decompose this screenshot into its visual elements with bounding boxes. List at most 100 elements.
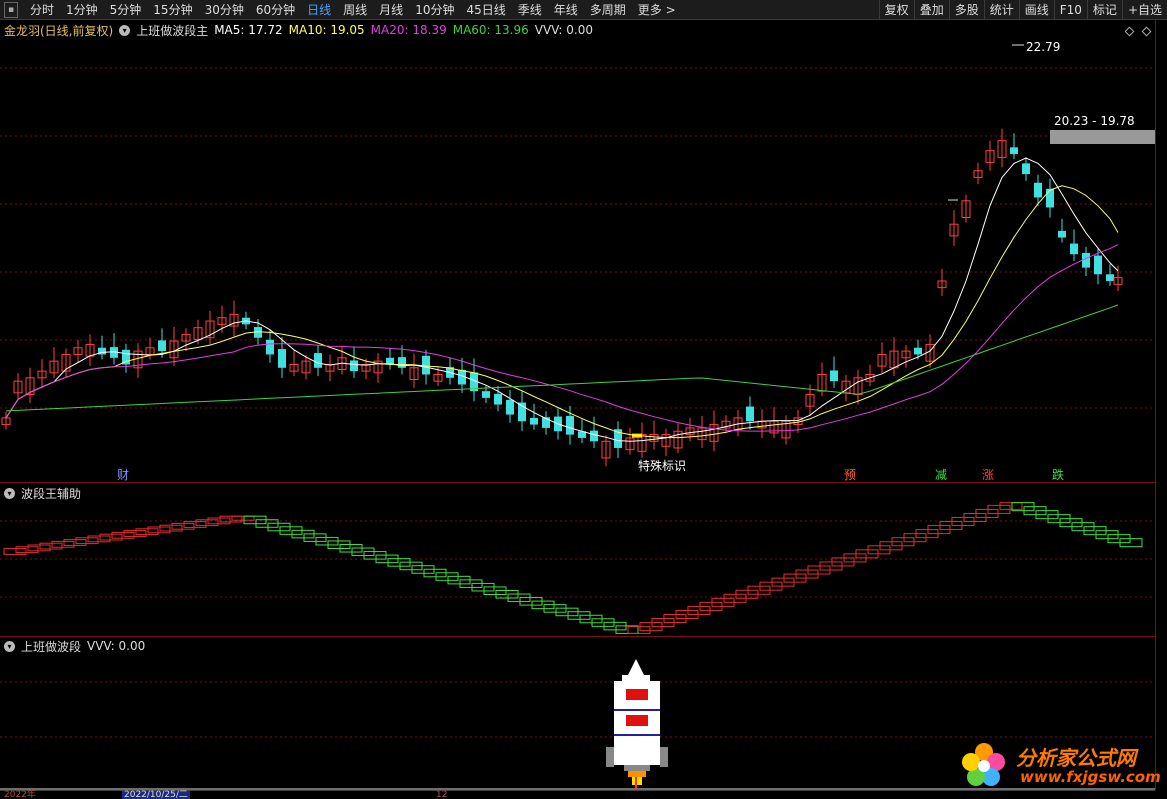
candle-body xyxy=(530,417,538,425)
rocket-fin xyxy=(606,747,614,767)
candle-body xyxy=(482,391,490,398)
toolbar-button[interactable]: 统计 xyxy=(983,0,1019,20)
month-label: 12 xyxy=(436,790,448,799)
period-tab[interactable]: 周线 xyxy=(337,0,373,20)
period-tab[interactable]: 分时 xyxy=(24,0,60,20)
wave-block xyxy=(231,515,255,521)
period-tab[interactable]: 更多 > xyxy=(632,0,682,20)
wave-block xyxy=(51,540,75,548)
price-range-box xyxy=(1050,130,1155,144)
marker-event: 特殊标识 xyxy=(638,459,687,473)
period-tab[interactable]: 多周期 xyxy=(584,0,632,20)
rocket-window xyxy=(626,715,648,726)
wave-block xyxy=(87,535,111,543)
candle-body xyxy=(1094,255,1102,275)
wave-block xyxy=(111,531,135,539)
period-tab[interactable]: 1分钟 xyxy=(60,0,104,20)
candle-body xyxy=(278,349,286,368)
price-chart[interactable] xyxy=(0,20,1155,483)
wave-block xyxy=(99,533,123,541)
period-tab[interactable]: 5分钟 xyxy=(104,0,148,20)
toolbar-button[interactable]: 复权 xyxy=(878,0,914,20)
toolbar-button[interactable]: 画线 xyxy=(1018,0,1054,20)
rocket-window xyxy=(626,689,648,700)
candle-body xyxy=(746,406,754,422)
period-tab[interactable]: 年线 xyxy=(548,0,584,20)
candle-body xyxy=(422,355,430,375)
wave-block xyxy=(159,524,183,532)
watermark-title: 分析家公式网 xyxy=(1016,746,1136,770)
wave-block xyxy=(183,521,207,528)
wave-block xyxy=(999,502,1023,510)
marker-cai: 财 xyxy=(117,468,130,482)
period-tab[interactable]: 45日线 xyxy=(460,0,511,20)
toolbar-right-buttons: 复权 叠加 多股 统计 画线 F10 标记 +自选 xyxy=(878,0,1167,20)
period-tab[interactable]: 10分钟 xyxy=(409,0,460,20)
candle-body xyxy=(1046,188,1054,208)
candle-body xyxy=(1070,243,1078,255)
toolbar-button[interactable]: 多股 xyxy=(948,0,984,20)
toolbar-button[interactable]: +自选 xyxy=(1121,0,1167,20)
wave-block xyxy=(627,626,651,634)
watermark-url: www.fxjgsw.com xyxy=(1020,768,1161,786)
period-tabs: 分时 1分钟 5分钟 15分钟 30分钟 60分钟 日线 周线 月线 10分钟 45日线 季线 年线 多周… xyxy=(24,0,682,20)
rocket-stripe xyxy=(614,709,660,711)
toolbar-button[interactable]: 标记 xyxy=(1086,0,1122,20)
period-tab[interactable]: 15分钟 xyxy=(147,0,198,20)
wave-block xyxy=(75,537,99,545)
candle-body xyxy=(494,393,502,405)
candle-body xyxy=(1010,147,1018,155)
candle-body xyxy=(1106,274,1114,281)
candle-body xyxy=(1034,182,1042,198)
price-axis xyxy=(1156,20,1167,799)
candle-body xyxy=(1022,163,1030,175)
marker-jian: 减 xyxy=(935,468,948,482)
wave-block xyxy=(171,522,195,530)
marker-die: 跌 xyxy=(1052,468,1065,482)
high-price-label: 22.79 xyxy=(1026,40,1061,54)
watermark: 分析家公式网 www.fxjgsw.com xyxy=(958,740,1161,790)
wave-block xyxy=(3,548,27,555)
period-tab[interactable]: 60分钟 xyxy=(250,0,301,20)
toolbar-button[interactable]: F10 xyxy=(1053,0,1087,20)
rocket-icon xyxy=(606,659,668,790)
collapse-icon[interactable]: ▪ xyxy=(4,1,18,18)
price-range-label: 20.23 - 19.78 xyxy=(1054,114,1135,128)
marker-zhang: 涨 xyxy=(982,468,995,482)
cursor-date: 2022/10/25/二 xyxy=(122,790,190,799)
period-tab[interactable]: 月线 xyxy=(373,0,409,20)
wave-block xyxy=(123,530,147,537)
wave-block xyxy=(27,544,51,552)
candle-body xyxy=(830,370,838,382)
marker-yu: 预 xyxy=(844,468,857,482)
candle-body xyxy=(566,415,574,435)
period-tab[interactable]: 季线 xyxy=(512,0,548,20)
rocket-nozzle xyxy=(624,765,650,771)
period-toolbar: ▪ 分时 1分钟 5分钟 15分钟 30分钟 60分钟 日线 周线 月线 10分钟 45日线 季线 年线… xyxy=(0,0,1167,20)
rocket-stripe xyxy=(614,734,660,736)
wave-block xyxy=(63,539,87,546)
wave-assist-chart[interactable] xyxy=(0,483,1155,636)
candle-body xyxy=(158,340,166,352)
period-tab[interactable]: 30分钟 xyxy=(199,0,250,20)
rocket-nose xyxy=(628,659,644,675)
candle-body xyxy=(314,353,322,368)
toolbar-button[interactable]: 叠加 xyxy=(913,0,949,20)
wave-block xyxy=(15,546,39,554)
ma10-line xyxy=(5,185,1119,439)
year-label: 2022年 xyxy=(4,790,36,799)
wave-block xyxy=(147,526,171,534)
wave-block xyxy=(39,542,63,550)
candle-body xyxy=(914,347,922,355)
rocket-fin xyxy=(660,747,668,767)
candle-body xyxy=(350,360,358,372)
candle-body xyxy=(1058,230,1066,238)
flower-logo-icon xyxy=(962,743,1005,786)
wave-block xyxy=(135,528,159,536)
candle-body xyxy=(506,399,514,415)
candle-body xyxy=(590,430,598,442)
period-tab[interactable]: 日线 xyxy=(301,0,337,20)
candle-body xyxy=(266,339,274,355)
rocket-flame xyxy=(628,771,646,777)
rocket-cap xyxy=(622,675,650,681)
